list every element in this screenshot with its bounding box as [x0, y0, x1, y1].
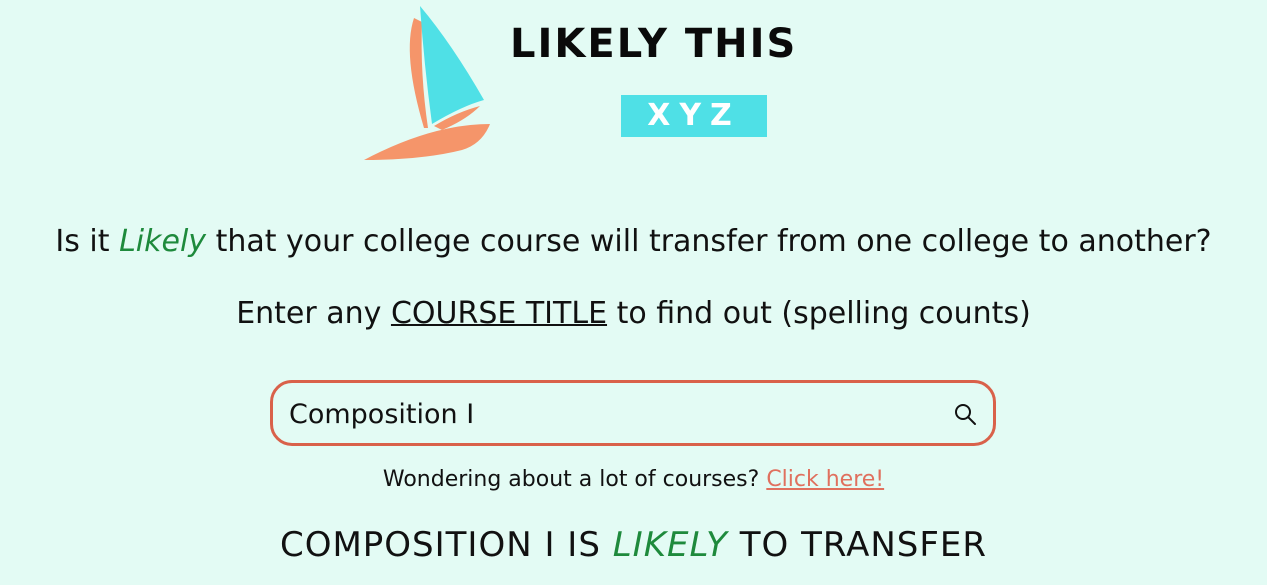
instruction-suffix: to find out (spelling counts) — [607, 296, 1031, 331]
question-suffix: that your college course will transfer f… — [206, 224, 1212, 259]
page: LIKELY THIS XYZ Is it Likely that your c… — [0, 0, 1267, 585]
brand-title: LIKELY THIS — [510, 21, 798, 67]
result-suffix: TO TRANSFER — [727, 525, 988, 565]
question-likely: Likely — [119, 224, 207, 259]
bulk-search-text: Wondering about a lot of courses? — [382, 467, 767, 492]
question-text: Is it Likely that your college course wi… — [0, 220, 1267, 264]
search-box — [270, 380, 996, 446]
question-prefix: Is it — [55, 224, 120, 259]
sailboat-icon — [364, 6, 490, 160]
search-input[interactable] — [289, 391, 929, 437]
result-text: COMPOSITION I IS LIKELY TO TRANSFER — [0, 522, 1267, 568]
click-here-link[interactable]: Click here! — [766, 467, 884, 492]
result-prefix: COMPOSITION I IS — [279, 525, 613, 565]
result-likely: LIKELY — [612, 525, 728, 565]
course-title-emphasis: COURSE TITLE — [390, 296, 608, 331]
search-icon[interactable] — [953, 402, 977, 426]
bulk-search-prompt: Wondering about a lot of courses? Click … — [0, 462, 1267, 498]
brand-subtitle: XYZ — [621, 95, 767, 137]
instruction-text: Enter any COURSE TITLE to find out (spel… — [0, 292, 1267, 336]
instruction-prefix: Enter any — [236, 296, 391, 331]
